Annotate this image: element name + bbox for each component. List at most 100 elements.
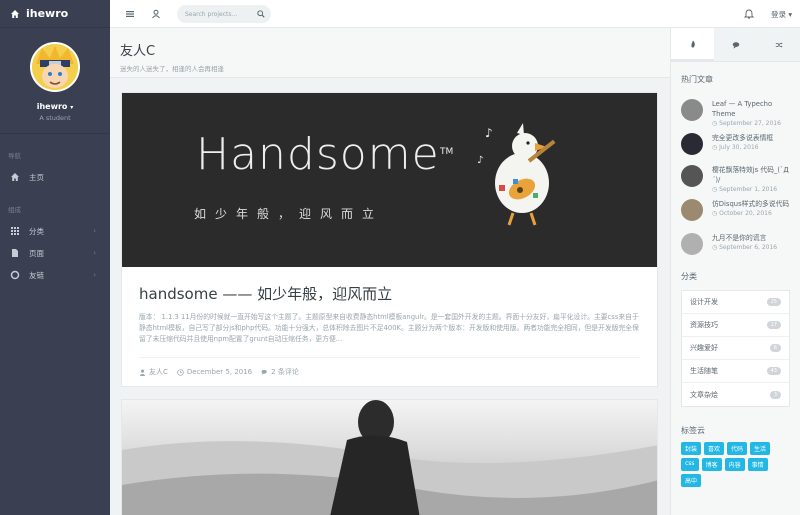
sidebar-item-home[interactable]: 主页 [0,166,110,188]
category-item[interactable]: 兴趣爱好 6 [682,337,789,360]
menu-toggle-icon[interactable] [125,9,135,19]
duck-illustration: ♪ ♪ [477,123,556,226]
category-item[interactable]: 生活随笔 43 [682,360,789,383]
circle-icon [10,270,20,280]
tag-link[interactable]: 内容 [724,458,745,471]
bell-icon[interactable] [744,9,754,19]
tag-link[interactable]: 代码 [727,442,748,455]
hot-post-title[interactable]: 九月不是你的谎言 [712,233,777,243]
category-item[interactable]: 设计开发 25 [682,291,789,314]
post-title-link[interactable]: handsome —— 如少年般，迎风而立 [139,283,640,304]
category-item[interactable]: 资源技巧 17 [682,314,789,337]
banner-tm: TM [440,147,454,157]
category-list: 设计开发 25 资源技巧 17 兴趣爱好 6 生活随笔 43 文章杂烩 3 [681,290,790,407]
file-icon [12,249,18,257]
hot-post-title[interactable]: 仿Disqus样式的多说代码 [712,199,789,209]
right-sidebar: 热门文章 Leaf — A Typecho Theme ◷ September … [670,28,800,515]
banner-tagline: 如少年般，迎风而立 [194,207,384,221]
user-icon[interactable] [151,9,161,19]
chevron-right-icon: › [93,227,96,235]
login-dropdown[interactable]: 登录 ▾ [771,9,792,20]
tag-link[interactable]: 博客 [701,458,722,471]
sidebar-item-pages[interactable]: 页面 › [0,242,110,264]
chevron-down-icon: ▾ [70,104,74,111]
hot-post-item[interactable]: 仿Disqus样式的多说代码 ◷ October 20, 2016 [681,199,790,221]
page-title: 友人C [120,44,156,59]
tag-cloud: 封装 喜欢 代码 生活 css 博客 内容 事情 高中 [671,436,800,490]
post-banner[interactable] [122,400,657,515]
post-banner[interactable]: Handsome TM 如少年般，迎风而立 ♪ ♪ [122,93,657,267]
tag-link[interactable]: 生活 [750,442,771,455]
avatar[interactable] [30,42,80,92]
tab-hot[interactable] [671,28,714,61]
count-badge: 3 [769,390,781,399]
sidebar-item-label: 主页 [29,172,44,182]
left-sidebar: ihewro ihewro ▾ A student 导航 主页 组成 分类 › [0,0,110,515]
page-header: 友人C 迷失的人迷失了，相逢的人会再相逢 [110,28,670,78]
tag-link[interactable]: 喜欢 [704,442,725,455]
post-meta: 友人C December 5, 2016 2 条评论 [139,357,640,377]
tab-random[interactable] [757,28,800,61]
hot-post-item[interactable]: 樱花飘落特效js 代码_(`Д´)/ ◷ September 1, 2016 [681,165,790,193]
sidebar-tabs [671,28,800,62]
hot-posts-section: 热门文章 Leaf — A Typecho Theme ◷ September … [671,62,800,255]
hot-post-date: ◷ September 1, 2016 [712,186,778,193]
grid-icon [11,227,19,235]
hot-post-date: ◷ July 30, 2016 [712,144,759,151]
search-input[interactable]: Search projects... [177,5,271,23]
post-author[interactable]: 友人C [139,367,168,377]
hot-post-title[interactable]: 樱花飘落特效js 代码_(`Д´)/ [712,165,790,185]
tag-link[interactable]: 事情 [747,458,768,471]
section-title: 分类 [681,272,697,281]
tag-link[interactable]: 高中 [681,474,702,487]
post-date: December 5, 2016 [177,367,252,377]
comments-icon [732,41,739,49]
hot-post-date: ◷ September 27, 2016 [712,120,781,127]
sidebar-item-label: 页面 [29,248,44,258]
tab-comments[interactable] [714,28,757,61]
chevron-right-icon: › [93,249,96,257]
clock-icon [177,368,184,376]
chevron-right-icon: › [93,271,96,279]
count-badge: 43 [766,367,781,375]
sidebar-item-links[interactable]: 友链 › [0,264,110,286]
nav-section-label: 组成 [8,206,21,214]
search-icon[interactable] [257,10,265,18]
home-icon [11,173,19,181]
hot-post-item[interactable]: 完全更改多说表情框 ◷ July 30, 2016 [681,133,790,155]
svg-text:♪: ♪ [485,126,493,140]
tag-link[interactable]: 封装 [681,442,702,455]
sidebar-item-category[interactable]: 分类 › [0,220,110,242]
post-excerpt: 版本： 1.1.3 11月份的时候就一直开始写这个主题了。主题原型来自收费静态h… [139,313,639,343]
hot-post-date: ◷ October 20, 2016 [712,210,772,217]
fire-icon [690,39,695,48]
hot-post-item[interactable]: Leaf — A Typecho Theme ◷ September 27, 2… [681,99,790,127]
count-badge: 17 [766,321,781,329]
section-title: 标签云 [681,426,705,435]
hot-post-date: ◷ September 6, 2016 [712,244,778,251]
profile-card: ihewro ▾ A student [0,28,110,134]
svg-text:♪: ♪ [477,155,483,166]
post-thumbnail [681,133,703,155]
category-item[interactable]: 文章杂烩 3 [682,383,789,406]
main-content: 友人C 迷失的人迷失了，相逢的人会再相逢 Handsome TM 如少年般，迎风… [110,28,670,515]
top-header: Search projects... 登录 ▾ [110,0,800,28]
post-card [121,399,658,515]
count-badge: 6 [769,344,781,352]
count-badge: 25 [766,298,781,306]
brand-link[interactable]: ihewro [0,0,110,28]
post-thumbnail [681,233,703,255]
profile-name[interactable]: ihewro ▾ [0,102,110,111]
hot-post-title[interactable]: 完全更改多说表情框 [712,133,773,143]
post-card: Handsome TM 如少年般，迎风而立 ♪ ♪ handsome —— 如少… [121,92,658,387]
profile-description: A student [39,114,71,122]
page-subtitle: 迷失的人迷失了，相逢的人会再相逢 [120,65,224,73]
section-title: 热门文章 [681,75,713,84]
tag-link[interactable]: css [681,458,699,471]
post-thumbnail [681,165,703,187]
brand-name: ihewro [26,7,69,20]
hot-post-item[interactable]: 九月不是你的谎言 ◷ September 6, 2016 [681,233,790,255]
post-comments[interactable]: 2 条评论 [261,367,299,377]
hot-post-title[interactable]: Leaf — A Typecho Theme [712,99,790,119]
desert-photo [122,400,657,515]
